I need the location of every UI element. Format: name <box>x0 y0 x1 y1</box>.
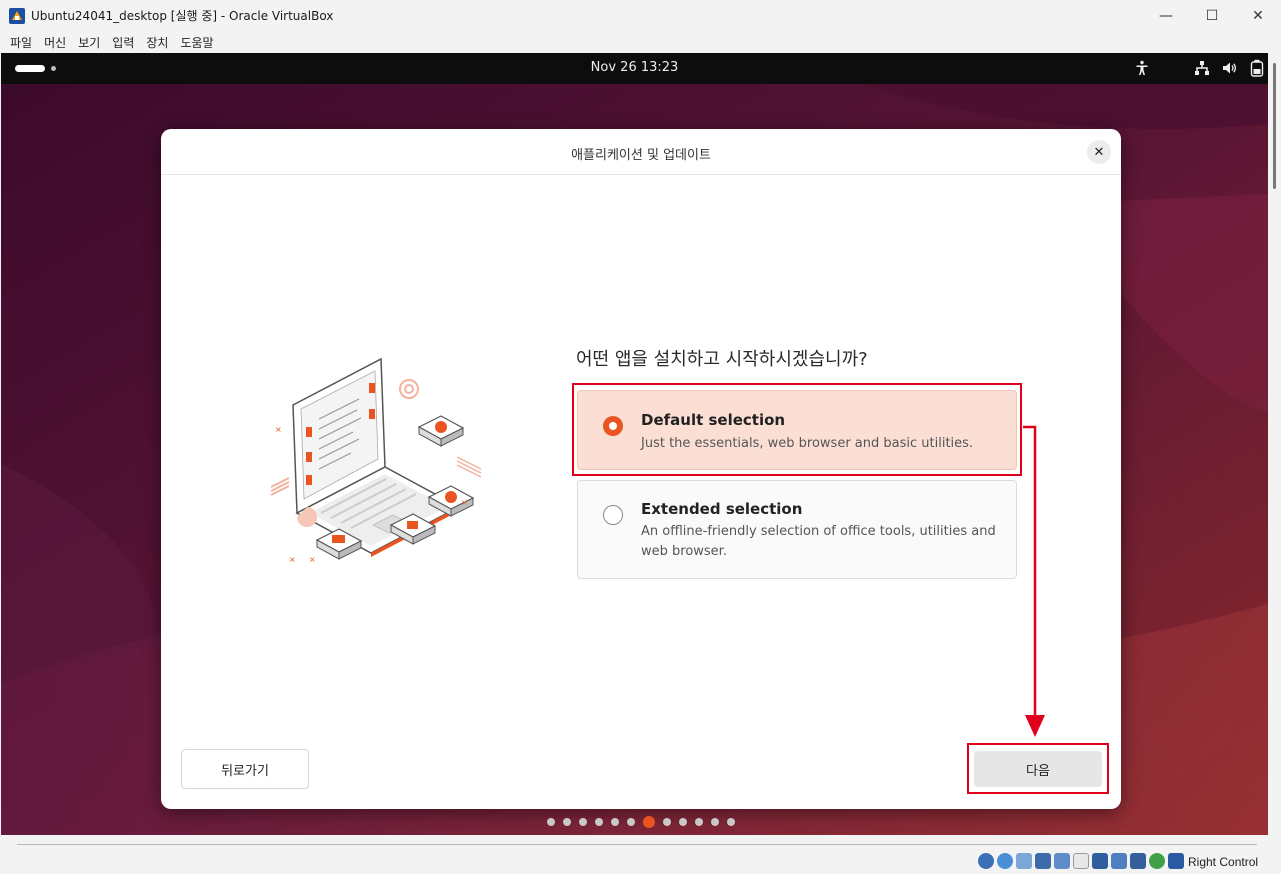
clock[interactable]: Nov 26 13:23 <box>1 60 1268 75</box>
installer-dialog: 애플리케이션 및 업데이트 ✕ × × × × 어떤 앱을 설치하고 시작하시겠… <box>161 129 1121 828</box>
menu-machine[interactable]: 머신 <box>38 34 72 51</box>
page-dot-active <box>643 816 655 828</box>
question-heading: 어떤 앱을 설치하고 시작하시겠습니까? <box>576 349 868 370</box>
radio-unselected-icon[interactable] <box>603 505 623 525</box>
usb-icon[interactable] <box>1054 853 1070 869</box>
option-description: An offline-friendly selection of office … <box>641 524 996 559</box>
gnome-top-bar: Nov 26 13:23 <box>1 53 1268 84</box>
battery-icon[interactable] <box>1250 59 1264 77</box>
shared-folder-icon[interactable] <box>1073 853 1089 869</box>
window-title: Ubuntu24041_desktop [실행 중] - Oracle Virt… <box>31 9 334 23</box>
svg-text:×: × <box>275 425 282 434</box>
audio-icon[interactable] <box>1016 853 1032 869</box>
minimize-button[interactable]: — <box>1143 0 1189 31</box>
back-button[interactable]: 뒤로가기 <box>181 749 309 789</box>
vbox-statusbar: Right Control <box>0 835 1281 874</box>
page-dot <box>547 818 555 826</box>
recording-icon[interactable] <box>1111 853 1127 869</box>
page-dot <box>611 818 619 826</box>
vm-scrollbar[interactable] <box>1268 53 1281 835</box>
page-dot <box>727 818 735 826</box>
option-title: Extended selection <box>641 500 803 518</box>
page-dot <box>711 818 719 826</box>
dialog-title: 애플리케이션 및 업데이트 <box>571 148 711 163</box>
laptop-apps-illustration: × × × × <box>270 357 482 564</box>
page-dot <box>663 818 671 826</box>
annotation-highlight-default <box>572 383 1022 476</box>
annotation-arrow-icon <box>1023 425 1045 737</box>
accessibility-icon[interactable] <box>1134 60 1150 76</box>
statusbar-divider <box>17 844 1257 845</box>
menu-input[interactable]: 입력 <box>106 34 140 51</box>
window-titlebar: Ubuntu24041_desktop [실행 중] - Oracle Virt… <box>0 0 1281 31</box>
page-dot <box>627 818 635 826</box>
page-dot <box>595 818 603 826</box>
optical-drive-icon[interactable] <box>997 853 1013 869</box>
page-dot <box>695 818 703 826</box>
page-indicator <box>547 816 735 828</box>
volume-icon[interactable] <box>1222 60 1238 76</box>
menu-devices[interactable]: 장치 <box>140 34 174 51</box>
display-icon[interactable] <box>1092 853 1108 869</box>
virtualbox-app-icon <box>9 7 25 24</box>
mouse-integration-icon[interactable] <box>1168 853 1184 869</box>
vm-scrollbar-thumb[interactable] <box>1273 63 1276 189</box>
maximize-button[interactable]: ☐ <box>1189 0 1235 31</box>
guest-additions-icon[interactable] <box>1149 853 1165 869</box>
host-key-label: Right Control <box>1188 855 1259 869</box>
svg-text:×: × <box>309 555 316 564</box>
close-window-button[interactable]: ✕ <box>1235 0 1281 31</box>
hard-disk-icon[interactable] <box>978 853 994 869</box>
option-extended-selection[interactable]: Extended selection An offline-friendly s… <box>577 480 1017 579</box>
virtualization-icon[interactable] <box>1130 853 1146 869</box>
next-button[interactable]: 다음 <box>974 751 1102 787</box>
svg-text:×: × <box>289 555 296 564</box>
menu-help[interactable]: 도움말 <box>174 34 219 51</box>
network-icon[interactable] <box>1194 60 1210 76</box>
page-dot <box>679 818 687 826</box>
close-icon: ✕ <box>1093 144 1105 160</box>
svg-text:×: × <box>461 498 468 507</box>
menu-file[interactable]: 파일 <box>4 34 38 51</box>
menu-view[interactable]: 보기 <box>72 34 106 51</box>
network-adapter-icon[interactable] <box>1035 853 1051 869</box>
dialog-close-button[interactable]: ✕ <box>1087 140 1111 164</box>
dialog-header: 애플리케이션 및 업데이트 ✕ <box>161 129 1121 175</box>
page-dot <box>563 818 571 826</box>
vbox-menubar: 파일 머신 보기 입력 장치 도움말 <box>0 31 1281 53</box>
page-dot <box>579 818 587 826</box>
